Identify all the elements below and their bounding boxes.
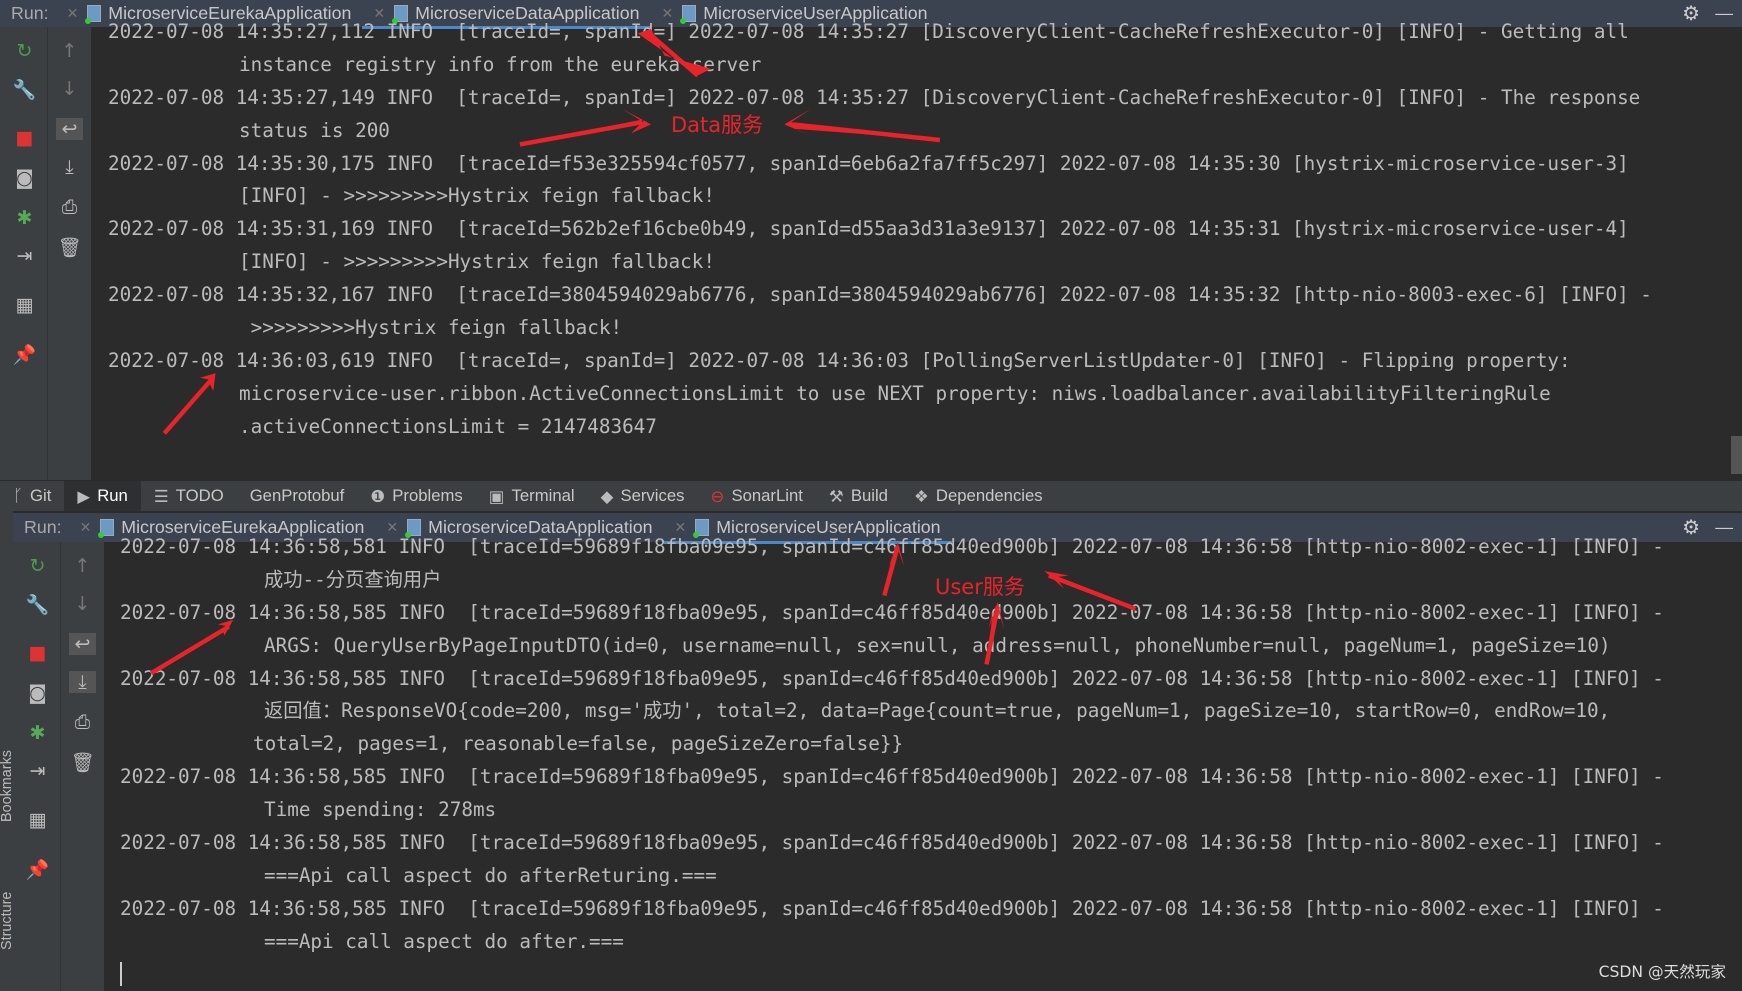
user-service-annotation: User服务	[935, 575, 1025, 599]
annotation-arrows	[149, 28, 1137, 676]
watermark: CSDN @天然玩家	[1598, 963, 1726, 981]
data-service-annotation: Data服务	[671, 113, 764, 137]
ide-window: Run: ✕ MicroserviceEurekaApplication ✕ Micr…	[0, 0, 1742, 991]
